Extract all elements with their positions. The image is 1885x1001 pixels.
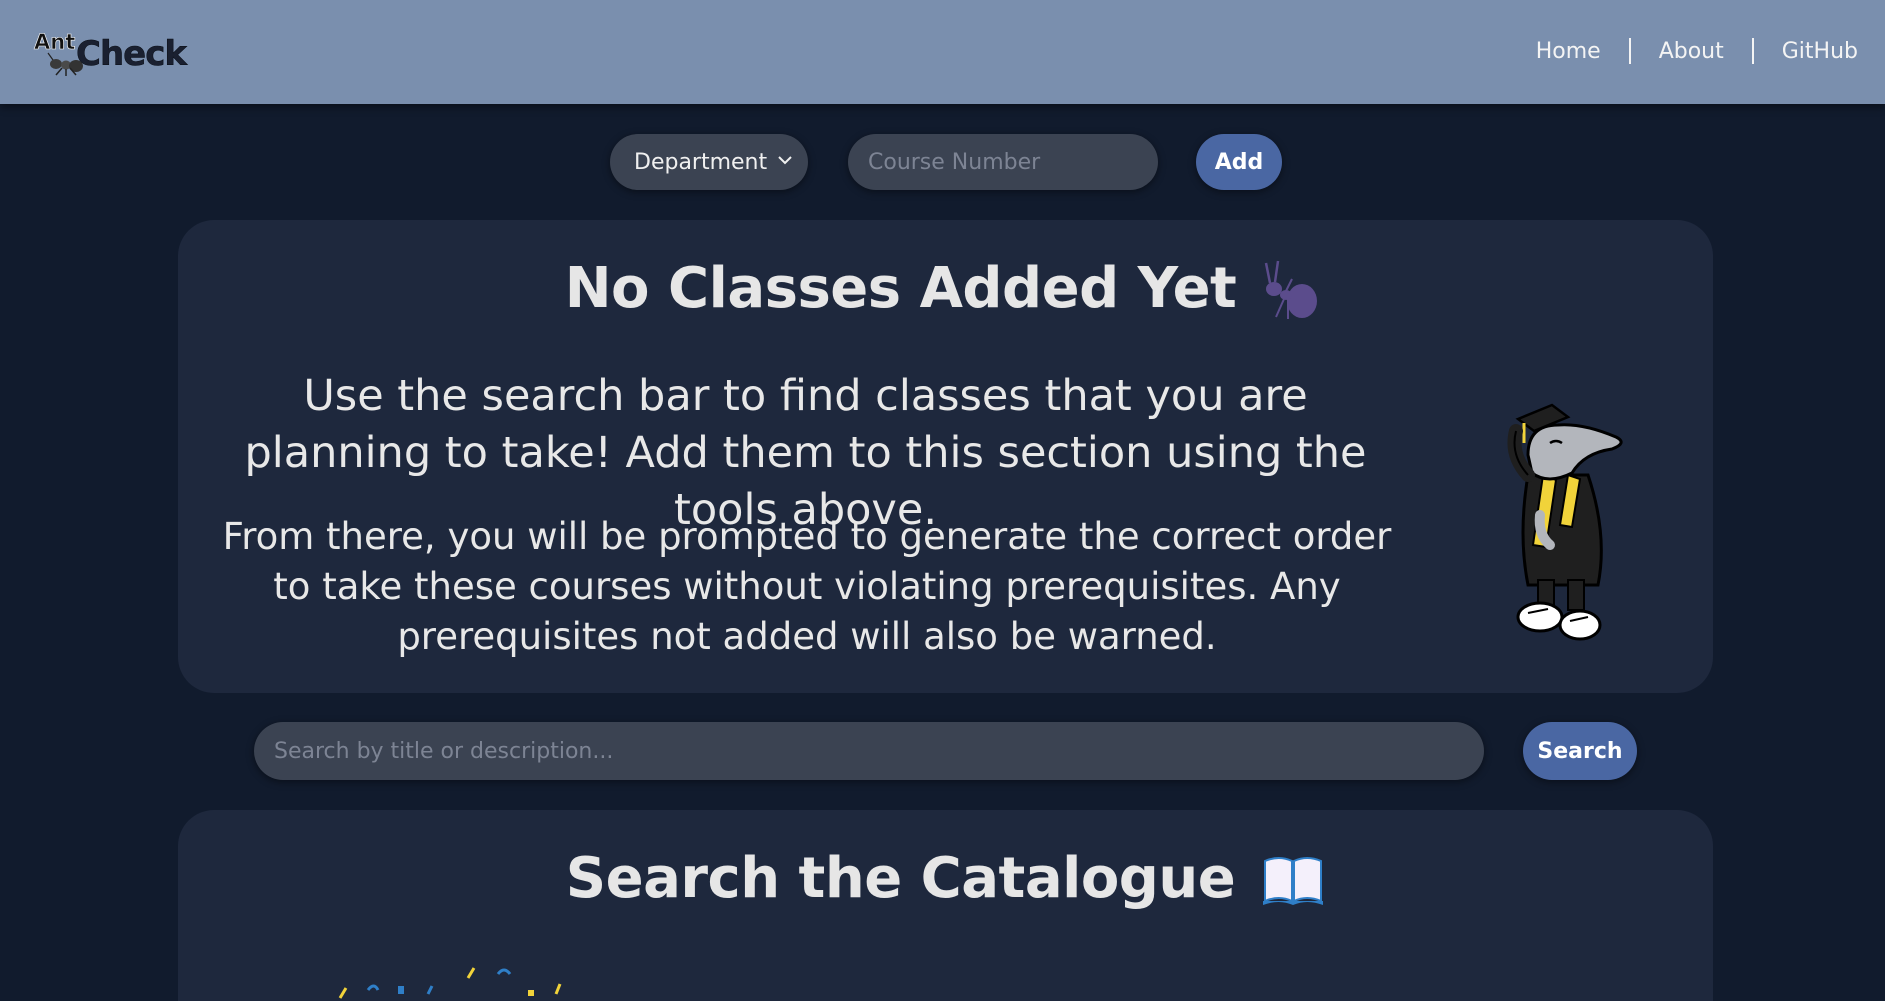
add-course-button[interactable]: Add — [1196, 134, 1282, 190]
instructions-detail: From there, you will be prompted to gene… — [222, 515, 1392, 658]
nav-divider — [1628, 38, 1631, 64]
antcheck-logo[interactable]: Ant Check — [32, 28, 187, 78]
logo-text-small: Ant — [34, 30, 76, 55]
catalogue-card: Search the Catalogue — [178, 810, 1713, 1001]
added-classes-title-text: No Classes Added Yet — [564, 256, 1237, 321]
ant-icon — [1265, 260, 1318, 319]
nav-divider — [1751, 38, 1754, 64]
nav-home-link[interactable]: Home — [1536, 39, 1601, 64]
catalogue-title: Search the Catalogue — [178, 846, 1713, 911]
open-book-icon — [1263, 856, 1324, 905]
nav-links: Home About GitHub — [1536, 38, 1858, 64]
catalogue-title-text: Search the Catalogue — [565, 846, 1236, 911]
department-select-value: Department — [634, 149, 768, 175]
added-classes-card: No Classes Added Yet Use the search bar … — [178, 220, 1713, 693]
graduate-anteater-illustration — [1507, 403, 1623, 641]
course-number-input[interactable] — [848, 134, 1158, 190]
confetti-illustration — [338, 967, 562, 999]
chevron-down-icon — [778, 156, 792, 165]
catalogue-search-input[interactable] — [254, 722, 1484, 780]
added-classes-title: No Classes Added Yet — [178, 256, 1713, 321]
nav-github-link[interactable]: GitHub — [1782, 39, 1858, 64]
department-select[interactable]: Department — [610, 134, 808, 190]
logo-text-big: Check — [76, 34, 187, 75]
top-navbar: Ant Check Home About GitHub — [0, 0, 1885, 104]
nav-about-link[interactable]: About — [1659, 39, 1724, 64]
search-button[interactable]: Search — [1523, 722, 1637, 780]
